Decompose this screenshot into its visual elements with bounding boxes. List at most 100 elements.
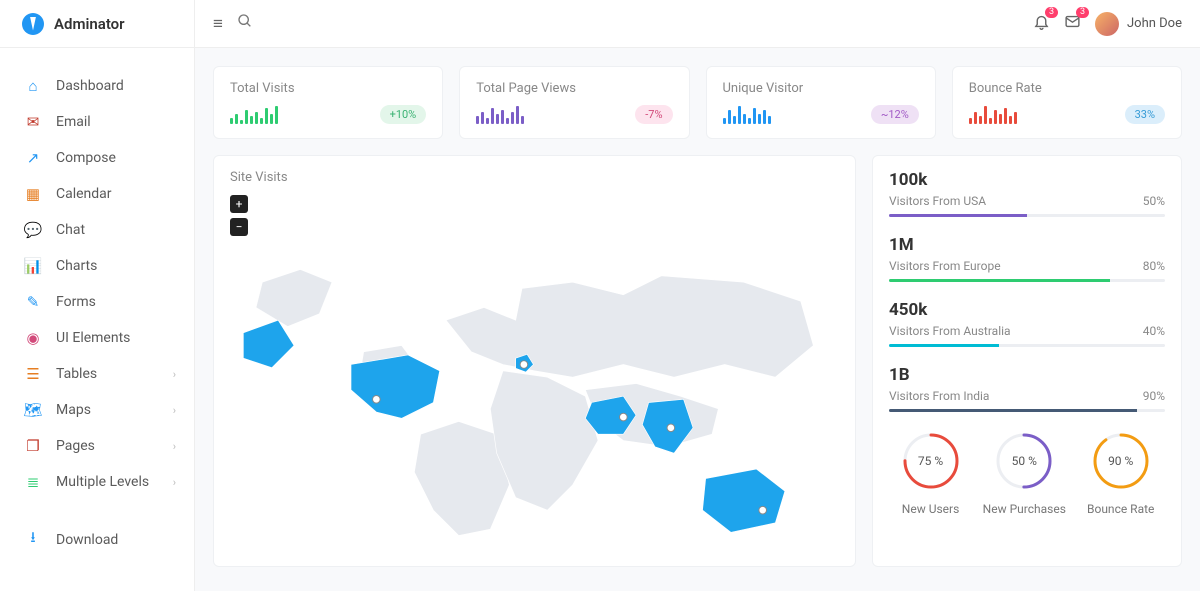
nav-label: Charts [56, 258, 97, 274]
brand-block[interactable]: Adminator [0, 0, 194, 48]
nav-label: Tables [56, 366, 97, 382]
nav-icon: ◉ [24, 329, 42, 347]
avatar [1095, 12, 1119, 36]
visitor-stat: 1B Visitors From India 90% [889, 365, 1165, 412]
user-menu[interactable]: John Doe [1095, 12, 1182, 36]
stat-label: Visitors From India [889, 389, 989, 403]
progress-bar [889, 214, 1165, 217]
nav-icon: ❐ [24, 437, 42, 455]
sidebar-item-multiple-levels[interactable]: ≣ Multiple Levels › [0, 464, 194, 500]
nav-label: Multiple Levels [56, 474, 149, 490]
site-visits-panel: Site Visits + − [213, 155, 856, 567]
stat-value: 1B [889, 365, 1165, 385]
nav-label: Compose [56, 150, 116, 166]
progress-bar [889, 279, 1165, 282]
card-title: Unique Visitor [723, 81, 919, 96]
menu-toggle-icon[interactable]: ≡ [213, 14, 223, 34]
card-title: Total Visits [230, 81, 426, 96]
nav-icon: ✉ [24, 113, 42, 131]
stat-pct: 80% [1143, 259, 1165, 273]
nav-icon: ≣ [24, 473, 42, 491]
stat-card: Bounce Rate 33% [952, 66, 1182, 139]
nav-label: Download [56, 532, 118, 548]
logo-icon [22, 13, 44, 35]
nav-icon: ↗ [24, 149, 42, 167]
sidebar-item-email[interactable]: ✉Email [0, 104, 194, 140]
stat-card: Total Visits +10% [213, 66, 443, 139]
stat-pct: 40% [1143, 324, 1165, 338]
notif-badge: 3 [1045, 7, 1058, 18]
sidebar-item-pages[interactable]: ❐ Pages › [0, 428, 194, 464]
nav-label: Maps [56, 402, 91, 418]
nav-label: Calendar [56, 186, 112, 202]
stat-label: Visitors From Australia [889, 324, 1011, 338]
visitor-stat: 450k Visitors From Australia 40% [889, 300, 1165, 347]
bell-icon[interactable]: 3 [1033, 13, 1050, 35]
nav-icon: ☰ [24, 365, 42, 383]
stat-card: Unique Visitor~12% [706, 66, 936, 139]
sidebar: Adminator ⌂ Dashboard ✉Email ↗ Compose ▦ Calen… [0, 0, 195, 591]
stat-label: Visitors From Europe [889, 259, 1001, 273]
topbar: ≡ 3 3 John Doe [195, 0, 1200, 48]
brand-name: Adminator [54, 15, 125, 33]
gauge-label: New Purchases [983, 502, 1066, 516]
stat-value: 1M [889, 235, 1165, 255]
nav-icon: ⌂ [24, 77, 42, 95]
progress-bar [889, 409, 1165, 412]
stat-value: 450k [889, 300, 1165, 320]
gauge: 50 % New Purchases [983, 430, 1066, 516]
sidebar-item-dashboard[interactable]: ⌂ Dashboard [0, 68, 194, 104]
mail-badge: 3 [1076, 7, 1089, 18]
trend-pill: 33% [1125, 105, 1165, 124]
gauge-label: New Users [902, 502, 960, 516]
user-name: John Doe [1127, 16, 1182, 31]
gauge-pct: 75 % [900, 430, 962, 492]
sidebar-item-charts[interactable]: 📊 Charts [0, 248, 194, 284]
stat-pct: 50% [1143, 194, 1165, 208]
visitor-stat: 1M Visitors From Europe 80% [889, 235, 1165, 282]
nav-label: Forms [56, 294, 96, 310]
sidebar-item-forms[interactable]: ✎Forms [0, 284, 194, 320]
mail-icon[interactable]: 3 [1064, 13, 1081, 35]
sidebar-item-maps[interactable]: 🗺Maps› [0, 392, 194, 428]
gauge: 75 % New Users [900, 430, 962, 516]
sidebar-item-compose[interactable]: ↗ Compose [0, 140, 194, 176]
sparkline [230, 102, 278, 124]
nav-label: Dashboard [56, 78, 124, 94]
nav-icon: 📊 [24, 257, 42, 275]
sidebar-item-tables[interactable]: ☰ Tables › [0, 356, 194, 392]
stat-card: Total Page Views-7% [459, 66, 689, 139]
sparkline [476, 102, 524, 124]
chevron-right-icon: › [173, 440, 176, 453]
visitor-stat: 100kVisitors From USA50% [889, 170, 1165, 217]
sidebar-item-ui-elements[interactable]: ◉ UI Elements [0, 320, 194, 356]
zoom-in-button[interactable]: + [230, 195, 248, 213]
stat-label: Visitors From USA [889, 194, 986, 208]
trend-pill: +10% [380, 105, 427, 124]
card-title: Bounce Rate [969, 81, 1165, 96]
gauge-pct: 90 % [1090, 430, 1152, 492]
panel-title: Site Visits [230, 170, 839, 185]
trend-pill: -7% [635, 105, 672, 124]
sidebar-item-calendar[interactable]: ▦ Calendar [0, 176, 194, 212]
sidebar-item-download[interactable]: ⭳ Download [0, 518, 194, 561]
sidebar-item-chat[interactable]: 💬 Chat [0, 212, 194, 248]
nav-icon: 💬 [24, 221, 42, 239]
sparkline [723, 102, 771, 124]
chevron-right-icon: › [173, 476, 176, 489]
nav-label: UI Elements [56, 330, 130, 346]
search-icon[interactable] [237, 13, 253, 34]
chevron-right-icon: › [173, 368, 176, 381]
gauge-label: Bounce Rate [1087, 502, 1154, 516]
stat-cards-row: Total Visits+10%Total Page Views-7%Uniqu… [213, 66, 1182, 139]
gauge: 90 % Bounce Rate [1087, 430, 1154, 516]
nav-icon: ▦ [24, 185, 42, 203]
nav-label: Chat [56, 222, 85, 238]
nav-icon: 🗺 [24, 401, 42, 419]
stat-pct: 90% [1143, 389, 1165, 403]
zoom-out-button[interactable]: − [230, 218, 248, 236]
gauge-circle: 50 % [993, 430, 1055, 492]
download-icon: ⭳ [24, 527, 42, 552]
nav-label: Pages [56, 438, 95, 454]
world-map[interactable] [230, 242, 839, 552]
